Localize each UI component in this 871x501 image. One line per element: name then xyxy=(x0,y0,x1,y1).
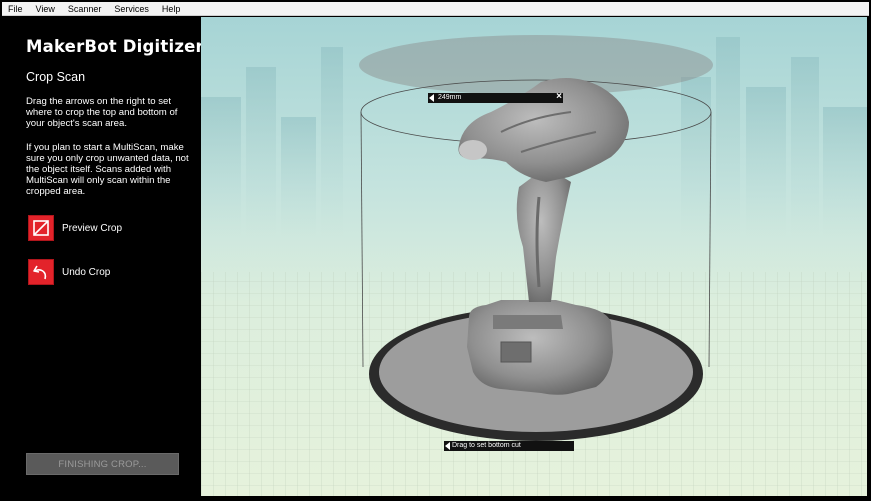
step-title: Crop Scan xyxy=(26,70,86,84)
top-cut-label[interactable]: 249mm × xyxy=(428,92,563,103)
undo-arrow-icon xyxy=(28,259,54,285)
top-cut-value: 249mm xyxy=(438,94,462,101)
bottom-cut-hint: Drag to set bottom cut xyxy=(452,442,521,449)
menu-view[interactable]: View xyxy=(36,4,55,14)
top-cut-arrow-icon[interactable] xyxy=(429,94,434,102)
menu-bar: File View Scanner Services Help xyxy=(2,2,869,16)
menu-help[interactable]: Help xyxy=(162,4,181,14)
bottom-cut-label[interactable]: Drag to set bottom cut xyxy=(444,441,574,451)
bottom-cut-arrow-icon[interactable] xyxy=(445,442,450,450)
preview-crop-label: Preview Crop xyxy=(62,222,123,234)
menu-file[interactable]: File xyxy=(8,4,23,14)
scene-graphic xyxy=(201,35,867,496)
preview-crop-button[interactable]: Preview Crop xyxy=(28,214,122,242)
menu-scanner[interactable]: Scanner xyxy=(68,4,102,14)
undo-crop-button[interactable]: Undo Crop xyxy=(28,258,110,286)
scan-viewport[interactable]: 249mm × Drag to set bottom cut xyxy=(201,17,867,496)
finishing-crop-button[interactable]: FINISHING CROP... xyxy=(26,453,179,475)
close-icon[interactable]: × xyxy=(556,92,562,102)
app-logo: MakerBot Digitizer xyxy=(26,37,204,56)
crop-instructions: Drag the arrows on the right to set wher… xyxy=(26,96,178,129)
app-window: File View Scanner Services Help MakerBot… xyxy=(0,0,871,501)
crop-icon xyxy=(28,215,54,241)
scanned-object xyxy=(458,78,629,395)
multiscan-note: If you plan to start a MultiScan, make s… xyxy=(26,142,189,197)
sidebar: MakerBot Digitizer Crop Scan Drag the ar… xyxy=(2,17,204,498)
menu-services[interactable]: Services xyxy=(114,4,149,14)
undo-crop-label: Undo Crop xyxy=(62,266,111,278)
